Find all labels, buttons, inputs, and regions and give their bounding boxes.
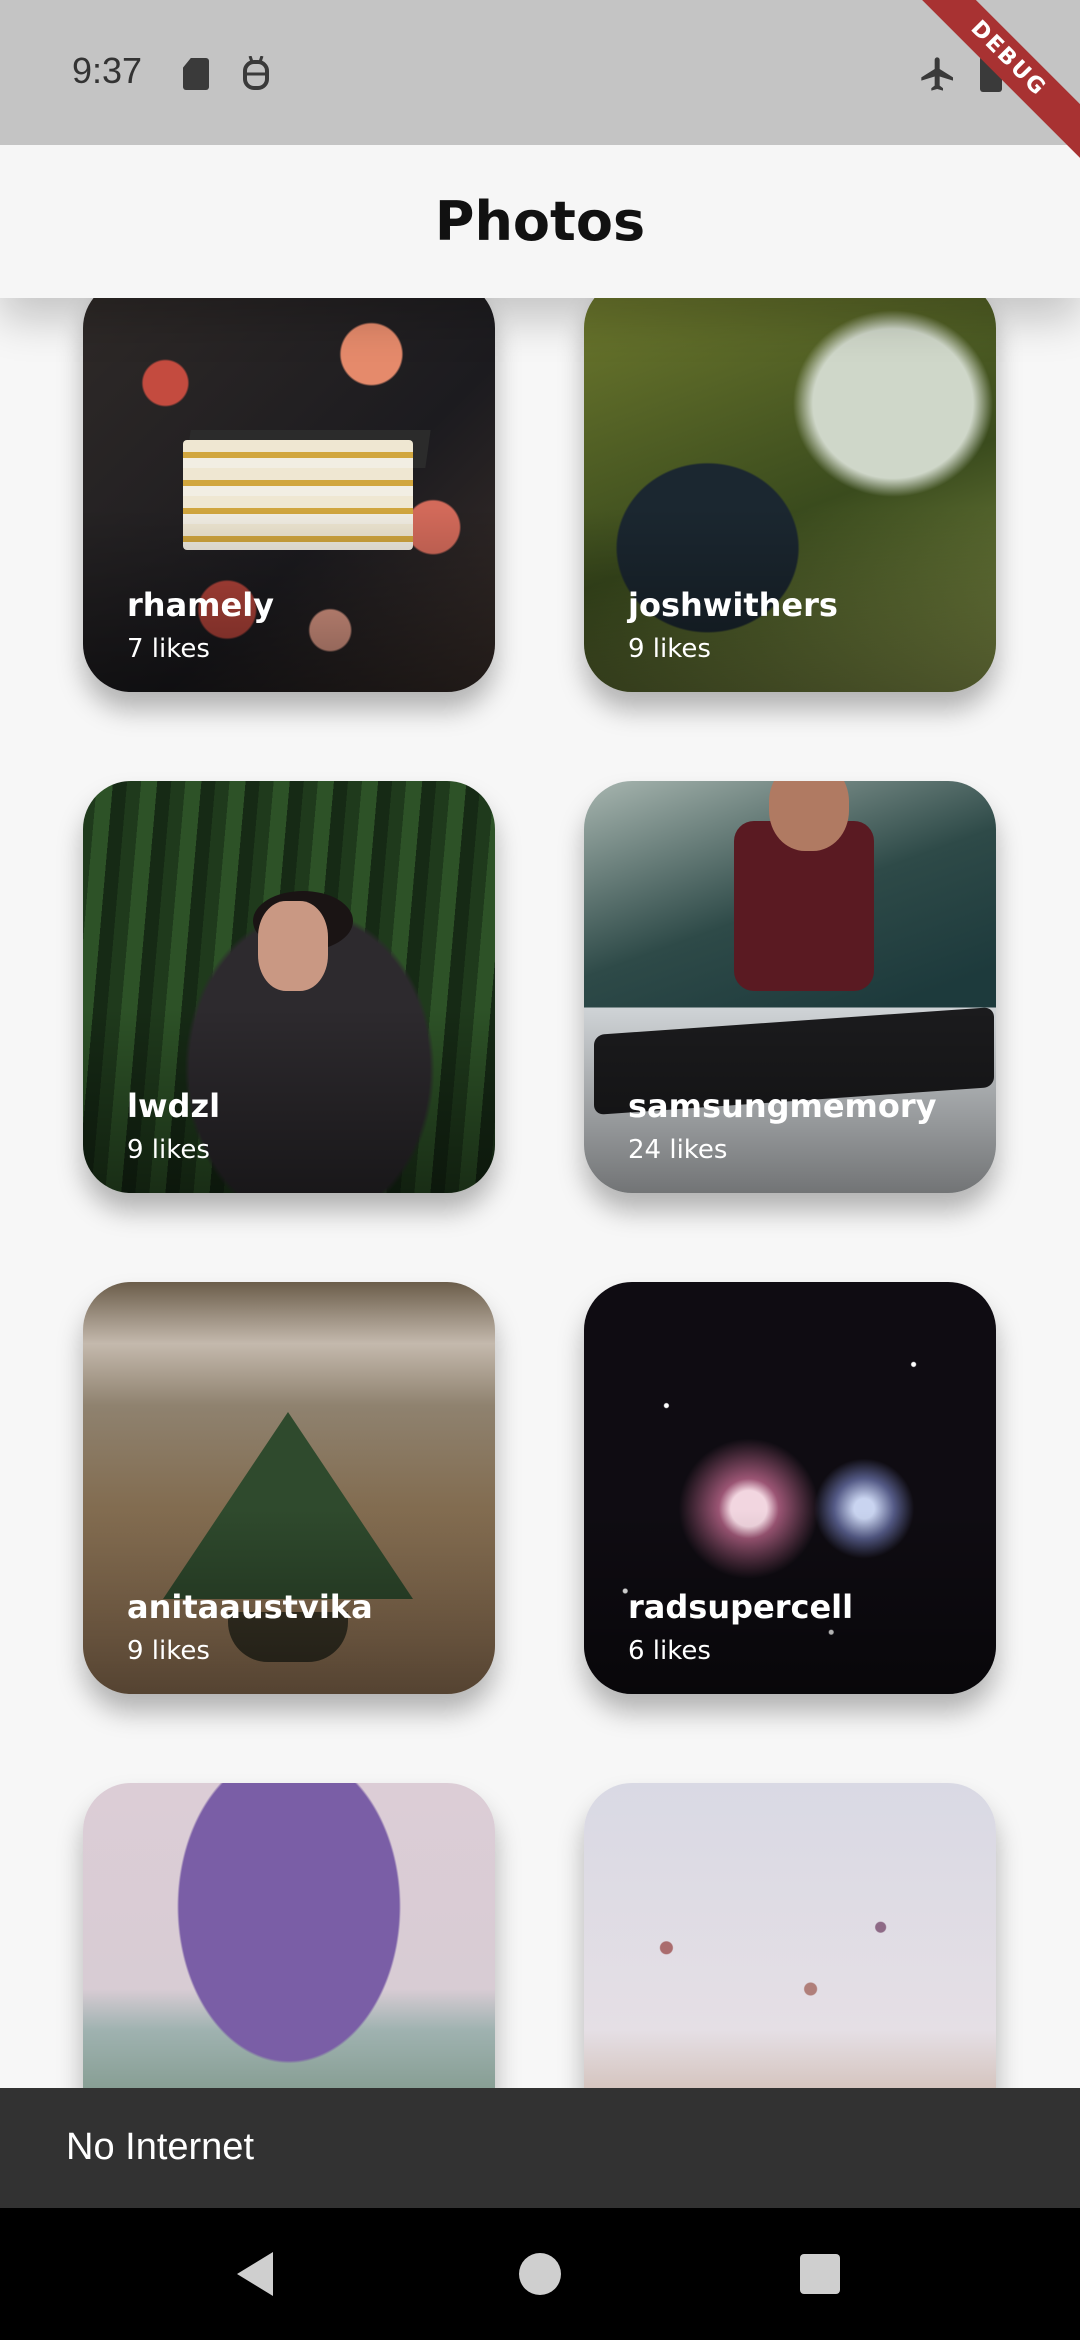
photo-author: lwdzl [127, 1087, 221, 1125]
photo-author: samsungmemory [628, 1087, 937, 1125]
android-debug-icon [243, 56, 269, 90]
recents-icon[interactable] [800, 2254, 840, 2294]
back-icon[interactable] [235, 2250, 275, 2298]
photo-detail [769, 781, 849, 851]
photo-detail [258, 901, 328, 991]
snackbar-message: No Internet [66, 2126, 254, 2168]
photo-likes: 24 likes [628, 1135, 728, 1165]
photo-author: radsupercell [628, 1588, 854, 1626]
photo-likes: 6 likes [628, 1636, 711, 1666]
photo-card[interactable]: rhamely 7 likes [83, 280, 495, 692]
photo-likes: 9 likes [127, 1135, 210, 1165]
photo-author: anitaaustvika [127, 1588, 373, 1626]
photo-card[interactable]: joshwithers 9 likes [584, 280, 996, 692]
status-time: 9:37 [72, 50, 143, 91]
photo-card[interactable]: samsungmemory 24 likes [584, 781, 996, 1193]
sd-card-icon [183, 58, 209, 90]
photo-likes: 9 likes [127, 1636, 210, 1666]
photo-author: joshwithers [628, 586, 838, 624]
airplane-mode-icon [921, 57, 953, 91]
photo-card[interactable]: lwdzl 9 likes [83, 781, 495, 1193]
app-bar: Photos [0, 145, 1080, 298]
page-title: Photos [434, 190, 646, 253]
status-bar: 9:37 [0, 0, 1080, 145]
photo-likes: 9 likes [628, 634, 711, 664]
photo-likes: 7 likes [127, 634, 210, 664]
photo-card[interactable]: radsupercell 6 likes [584, 1282, 996, 1694]
snackbar: No Internet [0, 2088, 1080, 2208]
home-icon[interactable] [519, 2253, 561, 2295]
navigation-bar [0, 2208, 1080, 2340]
photo-card[interactable]: anitaaustvika 9 likes [83, 1282, 495, 1694]
photo-author: rhamely [127, 586, 275, 624]
photo-grid: rhamely 7 likes joshwithers 9 likes lwdz… [0, 0, 1080, 2340]
